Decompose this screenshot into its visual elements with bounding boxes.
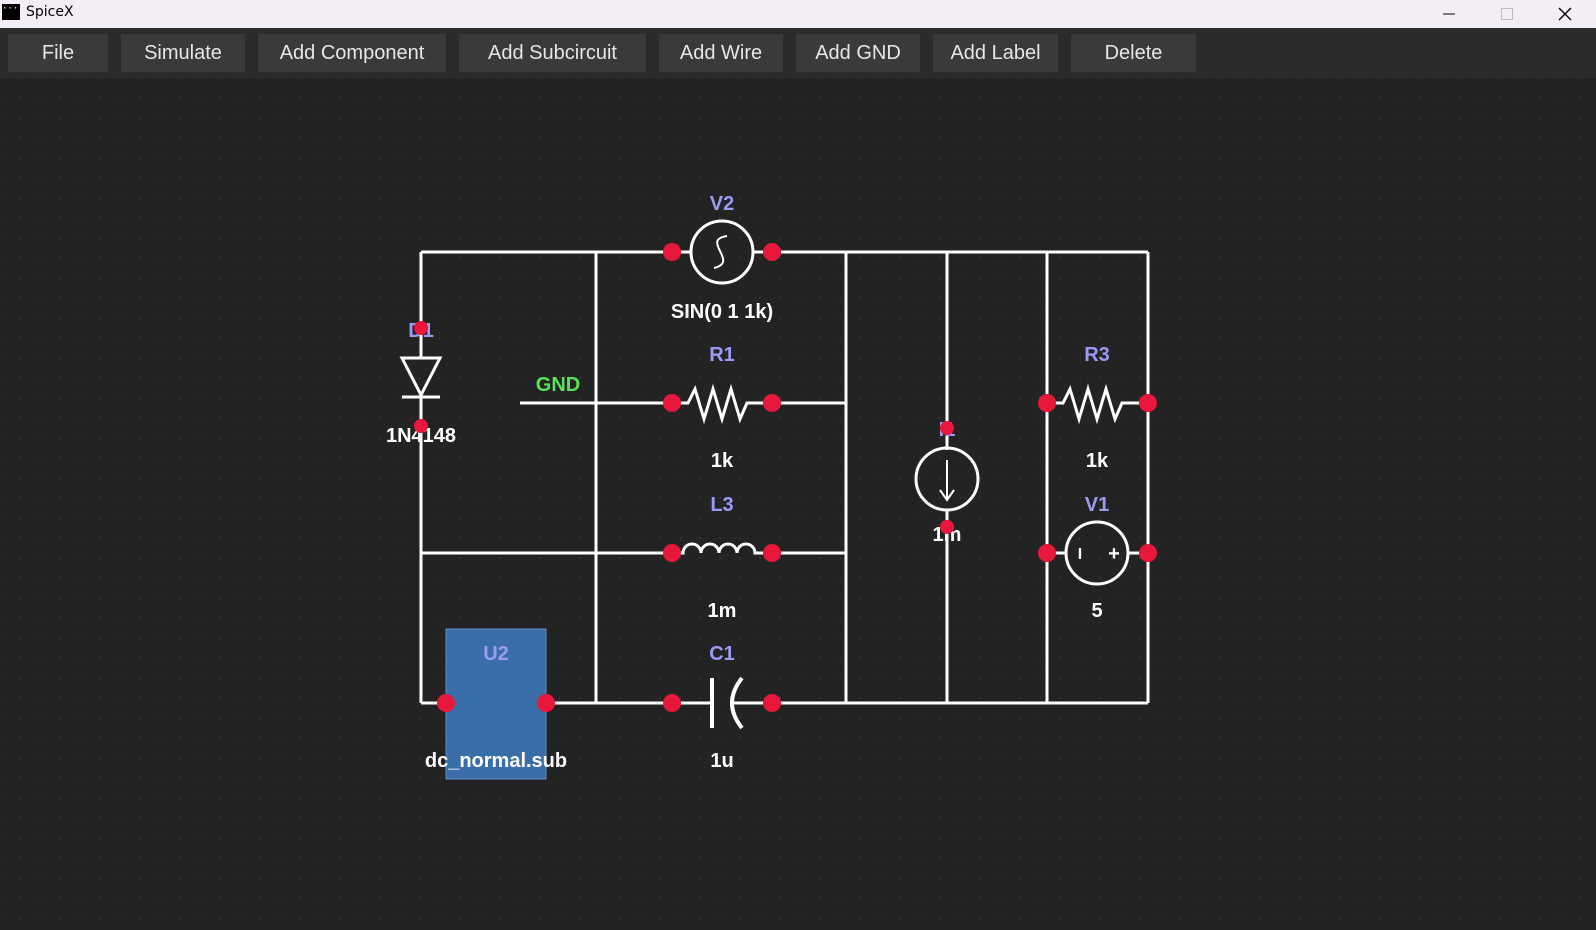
v2-sine-source[interactable] [672,219,772,285]
pin[interactable] [437,694,455,712]
pin[interactable] [1139,394,1157,412]
l3-ref-label: L3 [710,494,733,516]
pin[interactable] [663,694,681,712]
pin[interactable] [414,321,428,335]
resistor-icon [672,383,772,425]
c1-value-label: 1u [710,750,733,772]
pin[interactable] [763,544,781,562]
pin[interactable] [414,419,428,433]
pin[interactable] [940,421,954,435]
u2-value-label: dc_normal.sub [425,750,567,772]
pin[interactable] [663,394,681,412]
window-title: SpiceX [26,4,74,20]
resistor-icon [1047,383,1148,425]
pin[interactable] [763,694,781,712]
inductor-icon [672,542,772,555]
u2-ref-label: U2 [483,643,509,665]
pin[interactable] [1038,544,1056,562]
l3-value-label: 1m [708,600,737,622]
r1-value-label: 1k [711,450,734,472]
v1-value-label: 5 [1091,600,1102,622]
file-button[interactable]: File [8,34,108,72]
r1-resistor[interactable] [672,383,772,425]
l3-inductor[interactable] [672,542,772,555]
r3-ref-label: R3 [1084,344,1110,366]
app-icon: ··· [2,4,20,20]
i1-current-source[interactable] [914,428,980,530]
title-bar: ··· SpiceX [0,0,1596,28]
simulate-button[interactable]: Simulate [121,34,245,72]
v2-value-label: SIN(0 1 1k) [671,301,773,323]
minimize-icon [1443,13,1455,15]
pin[interactable] [1139,544,1157,562]
r3-value-label: 1k [1086,450,1109,472]
add-label-button[interactable]: Add Label [933,34,1058,72]
schematic-svg[interactable]: V2 SIN(0 1 1k) R1 1k L3 1m C1 1u D [0,78,1596,925]
pin[interactable] [537,694,555,712]
r3-resistor[interactable] [1047,383,1148,425]
c1-capacitor[interactable] [672,676,772,730]
pin[interactable] [763,243,781,261]
maximize-button[interactable] [1484,0,1530,28]
sine-source-icon [689,219,755,285]
minimize-button[interactable] [1426,0,1472,28]
pin[interactable] [663,243,681,261]
toolbar: File Simulate Add Component Add Subcircu… [0,28,1596,78]
close-icon [1558,7,1572,21]
c1-ref-label: C1 [709,643,735,665]
maximize-icon [1501,8,1513,20]
gnd-label[interactable]: GND [536,374,580,396]
pin[interactable] [1038,394,1056,412]
r1-ref-label: R1 [709,344,735,366]
delete-button[interactable]: Delete [1071,34,1196,72]
close-button[interactable] [1542,0,1588,28]
pin[interactable] [663,544,681,562]
add-wire-button[interactable]: Add Wire [659,34,783,72]
add-component-button[interactable]: Add Component [258,34,446,72]
v2-ref-label: V2 [710,193,734,215]
diode-icon [399,356,443,399]
d1-diode[interactable] [399,340,443,423]
v1-dc-source[interactable] [1047,520,1148,586]
pin[interactable] [940,520,954,534]
add-gnd-button[interactable]: Add GND [796,34,920,72]
add-subcircuit-button[interactable]: Add Subcircuit [459,34,646,72]
v1-minus-sign: I [1078,546,1082,563]
v1-plus-sign: + [1108,543,1120,565]
v1-ref-label: V1 [1085,494,1109,516]
pin[interactable] [763,394,781,412]
schematic-canvas[interactable]: V2 SIN(0 1 1k) R1 1k L3 1m C1 1u D [0,78,1596,925]
